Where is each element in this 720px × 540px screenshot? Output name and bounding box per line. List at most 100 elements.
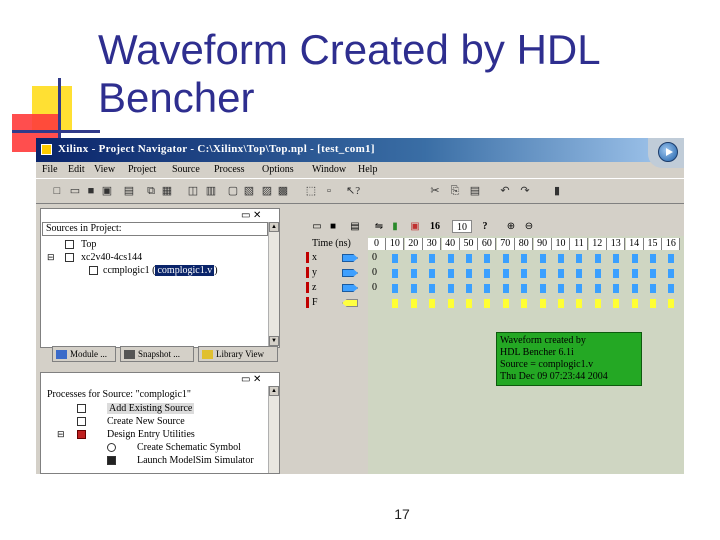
process-expand-icon[interactable]: ⊟ xyxy=(57,429,65,440)
save-wave-icon[interactable]: ■ xyxy=(326,220,340,233)
signal-cell-z[interactable] xyxy=(650,284,656,293)
signal-cell-x[interactable] xyxy=(668,254,675,263)
signal-z-name[interactable]: z xyxy=(312,282,316,294)
signal-cell-x[interactable] xyxy=(650,254,656,263)
signal-cell-y[interactable] xyxy=(650,269,656,278)
signal-cell-y[interactable] xyxy=(466,269,472,278)
signal-cell-x[interactable] xyxy=(392,254,399,263)
menu-options[interactable]: Options xyxy=(262,164,294,175)
processes-scrollbar[interactable]: ▲ xyxy=(268,386,279,473)
find-icon[interactable]: ▮ xyxy=(550,185,564,198)
signal-cell-y[interactable] xyxy=(429,269,436,278)
signal-cell-x[interactable] xyxy=(631,254,638,263)
scroll-up-icon[interactable]: ▲ xyxy=(269,222,279,232)
signal-cell-f[interactable] xyxy=(668,299,675,308)
signal-cell-z[interactable] xyxy=(521,284,528,293)
signal-cell-z[interactable] xyxy=(631,284,638,293)
signal-cell-f[interactable] xyxy=(466,299,472,308)
wave-tool-icon[interactable]: ⇋ xyxy=(372,220,386,233)
tab-module-view[interactable]: Module ... xyxy=(52,346,116,362)
signal-cell-z[interactable] xyxy=(429,284,436,293)
tree-expand-icon[interactable]: ⊟ xyxy=(47,252,55,263)
signal-cell-x[interactable] xyxy=(613,254,620,263)
signal-cell-f[interactable] xyxy=(521,299,528,308)
signal-cell-x[interactable] xyxy=(447,254,454,263)
process-create-new-source[interactable]: Create New Source xyxy=(107,416,185,427)
open-folder-icon[interactable]: ▭ xyxy=(68,185,82,198)
signal-cell-y[interactable] xyxy=(594,269,601,278)
tree-item-complogic[interactable]: ccmplogic1 (complogic1.v) xyxy=(103,265,218,276)
menu-edit[interactable]: Edit xyxy=(68,164,85,175)
signal-x-name[interactable]: x xyxy=(312,252,317,264)
wave-marker-icon[interactable]: ▣ xyxy=(408,220,422,233)
menu-help[interactable]: Help xyxy=(358,164,377,175)
signal-cell-y[interactable] xyxy=(502,269,509,278)
signal-cell-y[interactable] xyxy=(392,269,399,278)
bar-graph-icon[interactable]: ▮ xyxy=(388,220,402,233)
signal-cell-f[interactable] xyxy=(392,299,399,308)
signal-cell-x[interactable] xyxy=(410,254,417,263)
signal-cell-z[interactable] xyxy=(502,284,509,293)
tab-library-view[interactable]: Library View xyxy=(198,346,278,362)
signal-cell-f[interactable] xyxy=(613,299,620,308)
signal-cell-y[interactable] xyxy=(410,269,417,278)
menu-process[interactable]: Process xyxy=(214,164,245,175)
undo-icon[interactable]: ↶ xyxy=(498,185,512,198)
paste-icon[interactable]: ▦ xyxy=(160,185,174,198)
signal-cell-x[interactable] xyxy=(484,254,491,263)
process-add-existing-source[interactable]: Add Existing Source xyxy=(107,403,195,414)
signal-f-name[interactable]: F xyxy=(312,297,318,309)
panel-window-controls[interactable]: ▭ ✕ xyxy=(241,210,261,221)
tree-item-top[interactable]: Top xyxy=(81,239,96,250)
signal-cell-x[interactable] xyxy=(429,254,436,263)
signal-cell-y[interactable] xyxy=(539,269,546,278)
signal-cell-z[interactable] xyxy=(576,284,583,293)
wave-value-b[interactable]: 10 xyxy=(452,220,472,233)
tab-snapshot-view[interactable]: Snapshot ... xyxy=(120,346,194,362)
grid-icon[interactable]: ▥ xyxy=(204,185,218,198)
signal-cell-y[interactable] xyxy=(668,269,675,278)
process-create-schematic-symbol[interactable]: Create Schematic Symbol xyxy=(137,442,241,453)
cut-icon[interactable]: ✂ xyxy=(428,185,442,198)
scroll-down-icon[interactable]: ▼ xyxy=(269,336,279,346)
cascade-icon[interactable]: ▨ xyxy=(260,185,274,198)
signal-cell-y[interactable] xyxy=(613,269,620,278)
signal-cell-z[interactable] xyxy=(410,284,417,293)
signal-cell-f[interactable] xyxy=(484,299,491,308)
signal-cell-f[interactable] xyxy=(410,299,417,308)
zoom-out-icon[interactable]: ⊖ xyxy=(522,220,536,233)
process-launch-modelsim[interactable]: Launch ModelSim Simulator xyxy=(137,455,254,466)
signal-cell-z[interactable] xyxy=(539,284,546,293)
process-panel-window-controls[interactable]: ▭ ✕ xyxy=(241,374,261,385)
sources-scrollbar[interactable]: ▲ ▼ xyxy=(268,222,279,347)
select-icon[interactable]: ⬚ xyxy=(304,185,318,198)
signal-cell-y[interactable] xyxy=(631,269,638,278)
wave-doc-icon[interactable]: ▤ xyxy=(348,220,362,233)
tile-icon[interactable]: ▧ xyxy=(242,185,256,198)
wave-help-button[interactable]: ? xyxy=(478,220,492,233)
signal-cell-x[interactable] xyxy=(466,254,472,263)
menu-source[interactable]: Source xyxy=(172,164,200,175)
signal-cell-z[interactable] xyxy=(613,284,620,293)
signal-cell-y[interactable] xyxy=(521,269,528,278)
signal-cell-x[interactable] xyxy=(576,254,583,263)
menu-view[interactable]: View xyxy=(94,164,115,175)
signal-cell-z[interactable] xyxy=(668,284,675,293)
signal-cell-z[interactable] xyxy=(558,284,564,293)
frame-icon[interactable]: ▫ xyxy=(322,185,336,198)
signal-cell-x[interactable] xyxy=(521,254,528,263)
signal-cell-y[interactable] xyxy=(447,269,454,278)
copy2-icon[interactable]: ⎘ xyxy=(448,185,462,198)
signal-cell-y[interactable] xyxy=(484,269,491,278)
signal-cell-x[interactable] xyxy=(539,254,546,263)
menu-file[interactable]: File xyxy=(42,164,58,175)
save-icon[interactable]: ■ xyxy=(84,185,98,198)
signal-cell-f[interactable] xyxy=(558,299,564,308)
signal-cell-x[interactable] xyxy=(558,254,564,263)
help-pointer-icon[interactable]: ↖? xyxy=(346,185,360,198)
wave-value-a[interactable]: 16 xyxy=(428,220,442,233)
signal-cell-f[interactable] xyxy=(447,299,454,308)
signal-cell-z[interactable] xyxy=(466,284,472,293)
open-wave-icon[interactable]: ▭ xyxy=(310,220,324,233)
signal-cell-z[interactable] xyxy=(594,284,601,293)
